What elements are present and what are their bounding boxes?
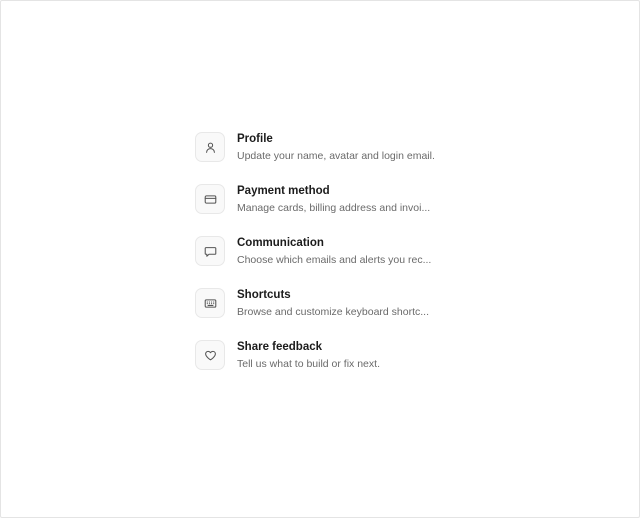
- menu-item-description: Tell us what to build or fix next.: [237, 358, 380, 370]
- menu-item-communication[interactable]: Communication Choose which emails and al…: [195, 234, 455, 286]
- user-icon: [195, 132, 225, 162]
- settings-menu: Profile Update your name, avatar and log…: [195, 130, 455, 390]
- menu-item-title: Communication: [237, 237, 324, 249]
- menu-item-payment-method[interactable]: Payment method Manage cards, billing add…: [195, 182, 455, 234]
- heart-icon: [195, 340, 225, 370]
- keyboard-icon: [195, 288, 225, 318]
- menu-item-text: Communication Choose which emails and al…: [237, 234, 431, 267]
- menu-item-text: Share feedback Tell us what to build or …: [237, 338, 380, 371]
- message-bubble-icon: [195, 236, 225, 266]
- menu-item-description: Choose which emails and alerts you rec..…: [237, 254, 432, 266]
- menu-item-description: Manage cards, billing address and invoi.…: [237, 202, 431, 214]
- menu-item-title: Profile: [237, 133, 273, 145]
- menu-item-title: Shortcuts: [237, 289, 291, 301]
- menu-item-profile[interactable]: Profile Update your name, avatar and log…: [195, 130, 455, 182]
- menu-item-text: Payment method Manage cards, billing add…: [237, 182, 430, 215]
- menu-item-text: Profile Update your name, avatar and log…: [237, 130, 435, 163]
- credit-card-icon: [195, 184, 225, 214]
- menu-item-share-feedback[interactable]: Share feedback Tell us what to build or …: [195, 338, 455, 390]
- menu-item-shortcuts[interactable]: Shortcuts Browse and customize keyboard …: [195, 286, 455, 338]
- menu-item-title: Payment method: [237, 185, 330, 197]
- menu-item-description: Update your name, avatar and login email…: [237, 150, 435, 162]
- menu-item-description: Browse and customize keyboard shortc...: [237, 306, 430, 318]
- menu-item-title: Share feedback: [237, 341, 323, 353]
- menu-item-text: Shortcuts Browse and customize keyboard …: [237, 286, 429, 319]
